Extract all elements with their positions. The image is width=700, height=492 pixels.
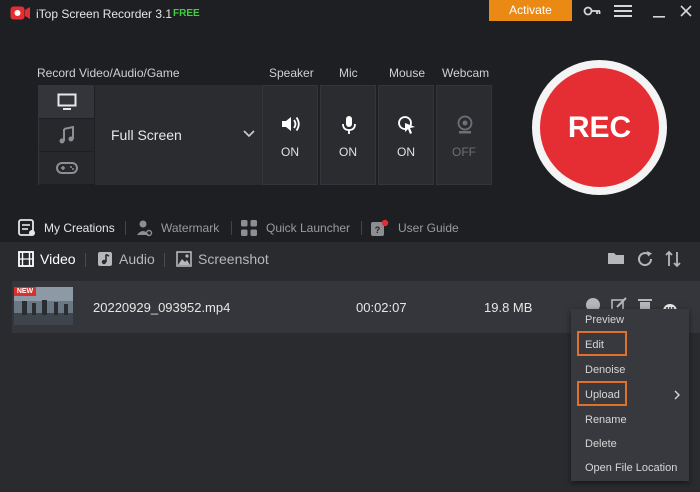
app-title: iTop Screen Recorder 3.1 xyxy=(36,7,173,21)
svg-text:?: ? xyxy=(375,225,381,235)
menu-item-rename[interactable]: Rename xyxy=(585,414,627,426)
nav-separator xyxy=(125,221,126,235)
menu-icon[interactable] xyxy=(613,3,633,19)
speaker-label: Speaker xyxy=(269,66,314,80)
launcher-icon xyxy=(240,219,258,237)
menu-item-denoise[interactable]: Denoise xyxy=(585,364,625,376)
mic-toggle[interactable]: ON xyxy=(320,85,376,185)
nav-watermark-label: Watermark xyxy=(161,221,220,235)
minimize-icon[interactable] xyxy=(652,3,666,19)
edition-badge: FREE xyxy=(173,8,200,19)
highlight-box-edit xyxy=(577,331,627,356)
music-note-icon xyxy=(59,126,75,144)
mouse-state: ON xyxy=(397,145,415,159)
nav-separator xyxy=(361,221,362,235)
speaker-state: ON xyxy=(281,145,299,159)
webcam-label: Webcam xyxy=(442,66,490,80)
tab-audio[interactable]: Audio xyxy=(97,251,155,267)
highlight-box-upload xyxy=(577,381,627,406)
speaker-icon xyxy=(281,115,301,133)
webcam-icon xyxy=(455,115,475,135)
speaker-toggle[interactable]: ON xyxy=(262,85,318,185)
guide-icon: ? xyxy=(370,219,390,237)
mode-tab-game[interactable] xyxy=(39,152,95,185)
nav-user-guide[interactable]: ? User Guide xyxy=(370,216,459,240)
nav-quick-launcher-label: Quick Launcher xyxy=(266,221,351,235)
creations-icon xyxy=(18,219,36,237)
record-mode-label: Record Video/Audio/Game xyxy=(37,66,180,80)
webcam-state: OFF xyxy=(452,145,476,159)
file-size: 19.8 MB xyxy=(484,300,533,315)
image-icon xyxy=(176,251,192,267)
chevron-right-icon xyxy=(674,390,680,400)
sort-icon[interactable] xyxy=(665,250,681,268)
record-area-select[interactable]: Full Screen xyxy=(94,85,262,185)
tab-video-label: Video xyxy=(40,251,76,267)
menu-item-open-file-location[interactable]: Open File Location xyxy=(585,462,677,474)
nav-my-creations[interactable]: My Creations xyxy=(18,216,115,240)
nav-watermark[interactable]: Watermark xyxy=(135,216,219,240)
microphone-icon xyxy=(339,115,359,135)
activate-button[interactable]: Activate xyxy=(489,0,572,21)
rec-label: REC xyxy=(567,110,632,144)
tab-separator xyxy=(164,253,165,267)
gamepad-icon xyxy=(56,161,78,175)
nav-quick-launcher[interactable]: Quick Launcher xyxy=(240,216,350,240)
file-duration: 00:02:07 xyxy=(356,300,407,315)
record-area-value: Full Screen xyxy=(111,127,182,143)
audio-icon xyxy=(97,251,113,267)
menu-item-preview[interactable]: Preview xyxy=(585,314,624,326)
key-icon[interactable] xyxy=(583,3,601,19)
tab-screenshot[interactable]: Screenshot xyxy=(176,251,269,267)
mode-tab-video[interactable] xyxy=(39,86,95,119)
film-icon xyxy=(18,251,34,267)
nav-separator xyxy=(231,221,232,235)
menu-item-delete[interactable]: Delete xyxy=(585,438,617,450)
mode-tab-audio[interactable] xyxy=(39,119,95,152)
mouse-toggle[interactable]: ON xyxy=(378,85,434,185)
nav-my-creations-label: My Creations xyxy=(44,221,115,235)
mouse-cursor-icon xyxy=(397,115,417,135)
close-icon[interactable] xyxy=(679,3,693,19)
tab-separator xyxy=(85,253,86,267)
mouse-label: Mouse xyxy=(389,66,426,80)
refresh-icon[interactable] xyxy=(636,250,654,268)
recorder-logo-icon xyxy=(10,6,30,20)
mic-label: Mic xyxy=(339,66,358,80)
tab-video[interactable]: Video xyxy=(18,251,76,267)
rec-button[interactable]: REC xyxy=(540,68,659,187)
webcam-toggle[interactable]: OFF xyxy=(436,85,492,185)
new-badge: NEW xyxy=(14,287,36,296)
watermark-icon xyxy=(135,219,153,237)
monitor-icon xyxy=(57,93,77,111)
tab-screenshot-label: Screenshot xyxy=(198,251,269,267)
mic-state: ON xyxy=(339,145,357,159)
tab-audio-label: Audio xyxy=(119,251,155,267)
folder-icon[interactable] xyxy=(607,250,625,266)
file-name: 20220929_093952.mp4 xyxy=(93,300,231,315)
chevron-down-icon xyxy=(243,130,255,138)
nav-user-guide-label: User Guide xyxy=(398,221,459,235)
